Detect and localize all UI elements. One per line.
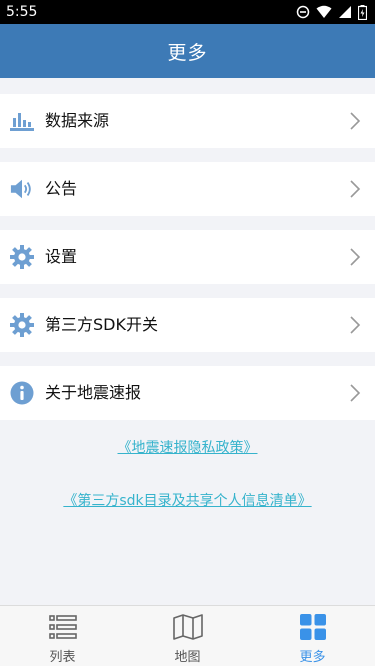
menu-item-settings[interactable]: 设置 bbox=[0, 230, 375, 284]
bar-chart-icon bbox=[10, 109, 34, 133]
bottom-nav: 列表 地图 更多 bbox=[0, 605, 375, 666]
chevron-right-icon bbox=[349, 248, 361, 266]
page-title: 更多 bbox=[167, 41, 208, 64]
battery-icon bbox=[358, 4, 367, 20]
nav-label: 列表 bbox=[49, 650, 76, 665]
info-icon bbox=[10, 381, 34, 405]
menu-item-label: 设置 bbox=[45, 247, 78, 266]
list-icon bbox=[48, 614, 77, 644]
wifi-icon bbox=[316, 5, 332, 19]
menu-item-label: 数据来源 bbox=[45, 111, 110, 130]
nav-label: 更多 bbox=[299, 650, 326, 665]
menu-item-data-source[interactable]: 数据来源 bbox=[0, 94, 375, 148]
privacy-policy-link[interactable]: 《地震速报隐私政策》 bbox=[0, 437, 375, 457]
menu-item-third-party-sdk[interactable]: 第三方SDK开关 bbox=[0, 298, 375, 352]
gear-icon bbox=[10, 313, 34, 337]
status-bar: 5:55 bbox=[0, 0, 375, 24]
grid-icon bbox=[299, 614, 326, 644]
do-not-disturb-icon bbox=[296, 5, 310, 19]
status-time: 5:55 bbox=[6, 4, 38, 20]
third-party-sdk-list-link[interactable]: 《第三方sdk目录及共享个人信息清单》 bbox=[0, 490, 375, 510]
app-header: 更多 bbox=[0, 24, 375, 78]
menu-item-label: 关于地震速报 bbox=[45, 383, 142, 402]
nav-item-list[interactable]: 列表 bbox=[0, 606, 125, 666]
status-icons bbox=[296, 4, 367, 20]
nav-item-more[interactable]: 更多 bbox=[250, 606, 375, 666]
speaker-icon bbox=[10, 177, 34, 201]
chevron-right-icon bbox=[349, 316, 361, 334]
menu-item-about[interactable]: 关于地震速报 bbox=[0, 366, 375, 420]
menu-item-label: 第三方SDK开关 bbox=[45, 315, 158, 334]
chevron-right-icon bbox=[349, 180, 361, 198]
gear-icon bbox=[10, 245, 34, 269]
chevron-right-icon bbox=[349, 384, 361, 402]
signal-icon bbox=[338, 5, 352, 19]
menu-item-label: 公告 bbox=[45, 179, 78, 198]
menu-item-announcement[interactable]: 公告 bbox=[0, 162, 375, 216]
nav-item-map[interactable]: 地图 bbox=[125, 606, 250, 666]
map-icon bbox=[172, 614, 203, 644]
chevron-right-icon bbox=[349, 112, 361, 130]
nav-label: 地图 bbox=[174, 650, 201, 665]
